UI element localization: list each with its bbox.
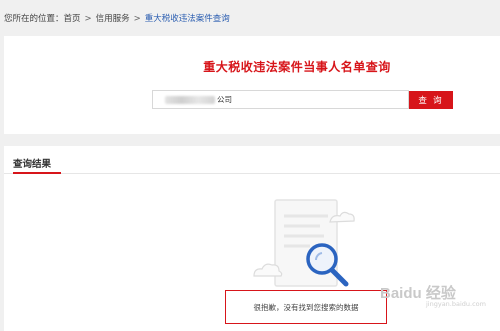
breadcrumb-credit-services-link[interactable]: 信用服务	[96, 14, 130, 24]
breadcrumb-home-link[interactable]: 首页	[64, 14, 81, 24]
no-results-illustration	[253, 199, 355, 287]
breadcrumb-current-page: 重大税收违法案件查询	[144, 14, 230, 24]
search-button[interactable]: 查 询	[409, 91, 453, 109]
no-results-notice: 很抱歉，没有找到您搜索的数据	[225, 290, 387, 324]
watermark-url: jingyan.baidu.com	[426, 300, 486, 308]
results-heading: 查询结果	[13, 159, 52, 170]
results-divider	[4, 173, 500, 174]
search-panel: 重大税收违法案件当事人名单查询 公司 查 询	[4, 36, 500, 134]
breadcrumb-prefix: 您所在的位置：	[4, 14, 64, 24]
cloud-icon	[253, 263, 283, 277]
search-title: 重大税收违法案件当事人名单查询	[203, 60, 391, 74]
search-input[interactable]: 公司	[152, 90, 409, 109]
search-input-value: 公司	[217, 95, 232, 104]
no-results-message: 很抱歉，没有找到您搜索的数据	[253, 302, 359, 312]
breadcrumb: 您所在的位置：首页 > 信用服务 > 重大税收违法案件查询	[4, 12, 230, 24]
breadcrumb-separator: >	[84, 14, 92, 24]
breadcrumb-separator: >	[133, 14, 141, 24]
blurred-company-name	[165, 96, 215, 104]
results-heading-underline	[13, 172, 61, 174]
